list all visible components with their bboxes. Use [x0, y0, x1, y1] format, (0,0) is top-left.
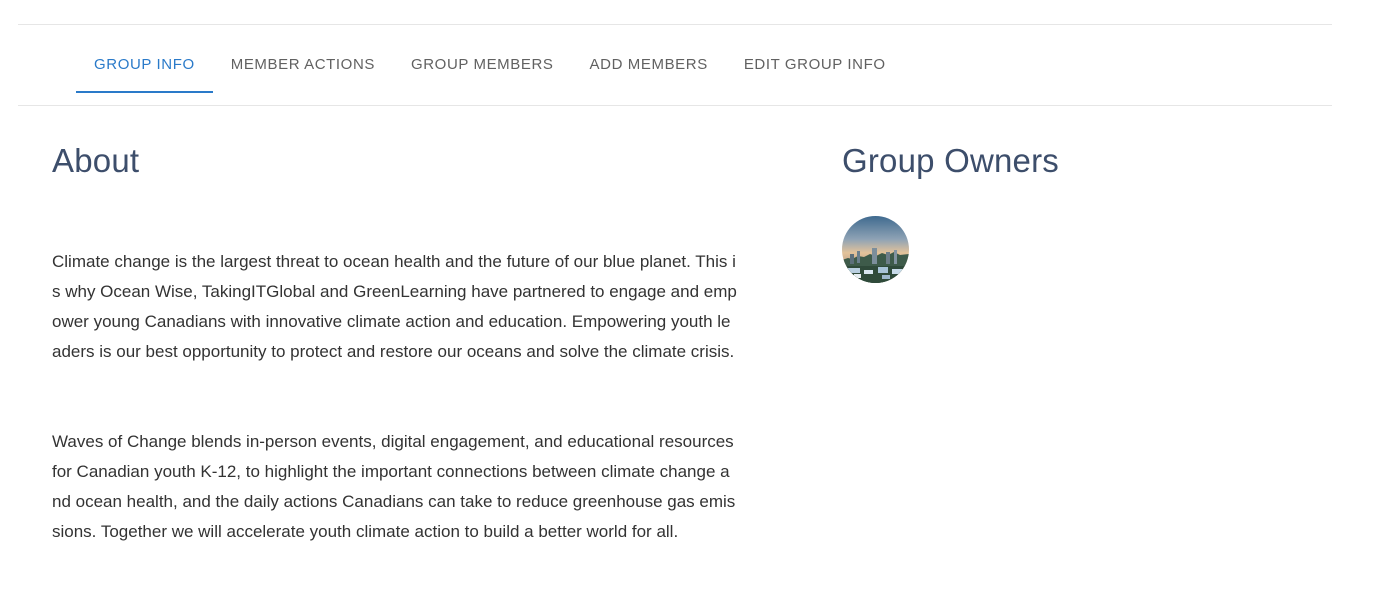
owner-list	[842, 216, 1322, 283]
tab-edit-group-info[interactable]: EDIT GROUP INFO	[726, 40, 904, 93]
group-owners-heading: Group Owners	[842, 142, 1059, 179]
tab-add-members[interactable]: ADD MEMBERS	[572, 40, 726, 93]
about-heading: About	[52, 142, 140, 179]
about-section: About Climate change is the largest thre…	[52, 138, 742, 600]
about-paragraph-1: Climate change is the largest threat to …	[52, 252, 737, 361]
tab-member-actions[interactable]: MEMBER ACTIONS	[213, 40, 393, 93]
tabs-divider	[18, 105, 1332, 106]
group-owners-section: Group Owners	[842, 138, 1322, 283]
owner-avatar[interactable]	[842, 216, 909, 283]
about-paragraph-2: Waves of Change blends in-person events,…	[52, 432, 736, 541]
city-skyline-sunset-avatar-icon	[842, 216, 909, 283]
tab-group-members[interactable]: GROUP MEMBERS	[393, 40, 572, 93]
tab-group-info[interactable]: GROUP INFO	[76, 40, 213, 93]
group-tabs: GROUP INFO MEMBER ACTIONS GROUP MEMBERS …	[76, 40, 904, 93]
group-page: GROUP INFO MEMBER ACTIONS GROUP MEMBERS …	[0, 0, 1384, 600]
about-description: Climate change is the largest threat to …	[52, 217, 738, 600]
top-divider	[18, 24, 1332, 25]
